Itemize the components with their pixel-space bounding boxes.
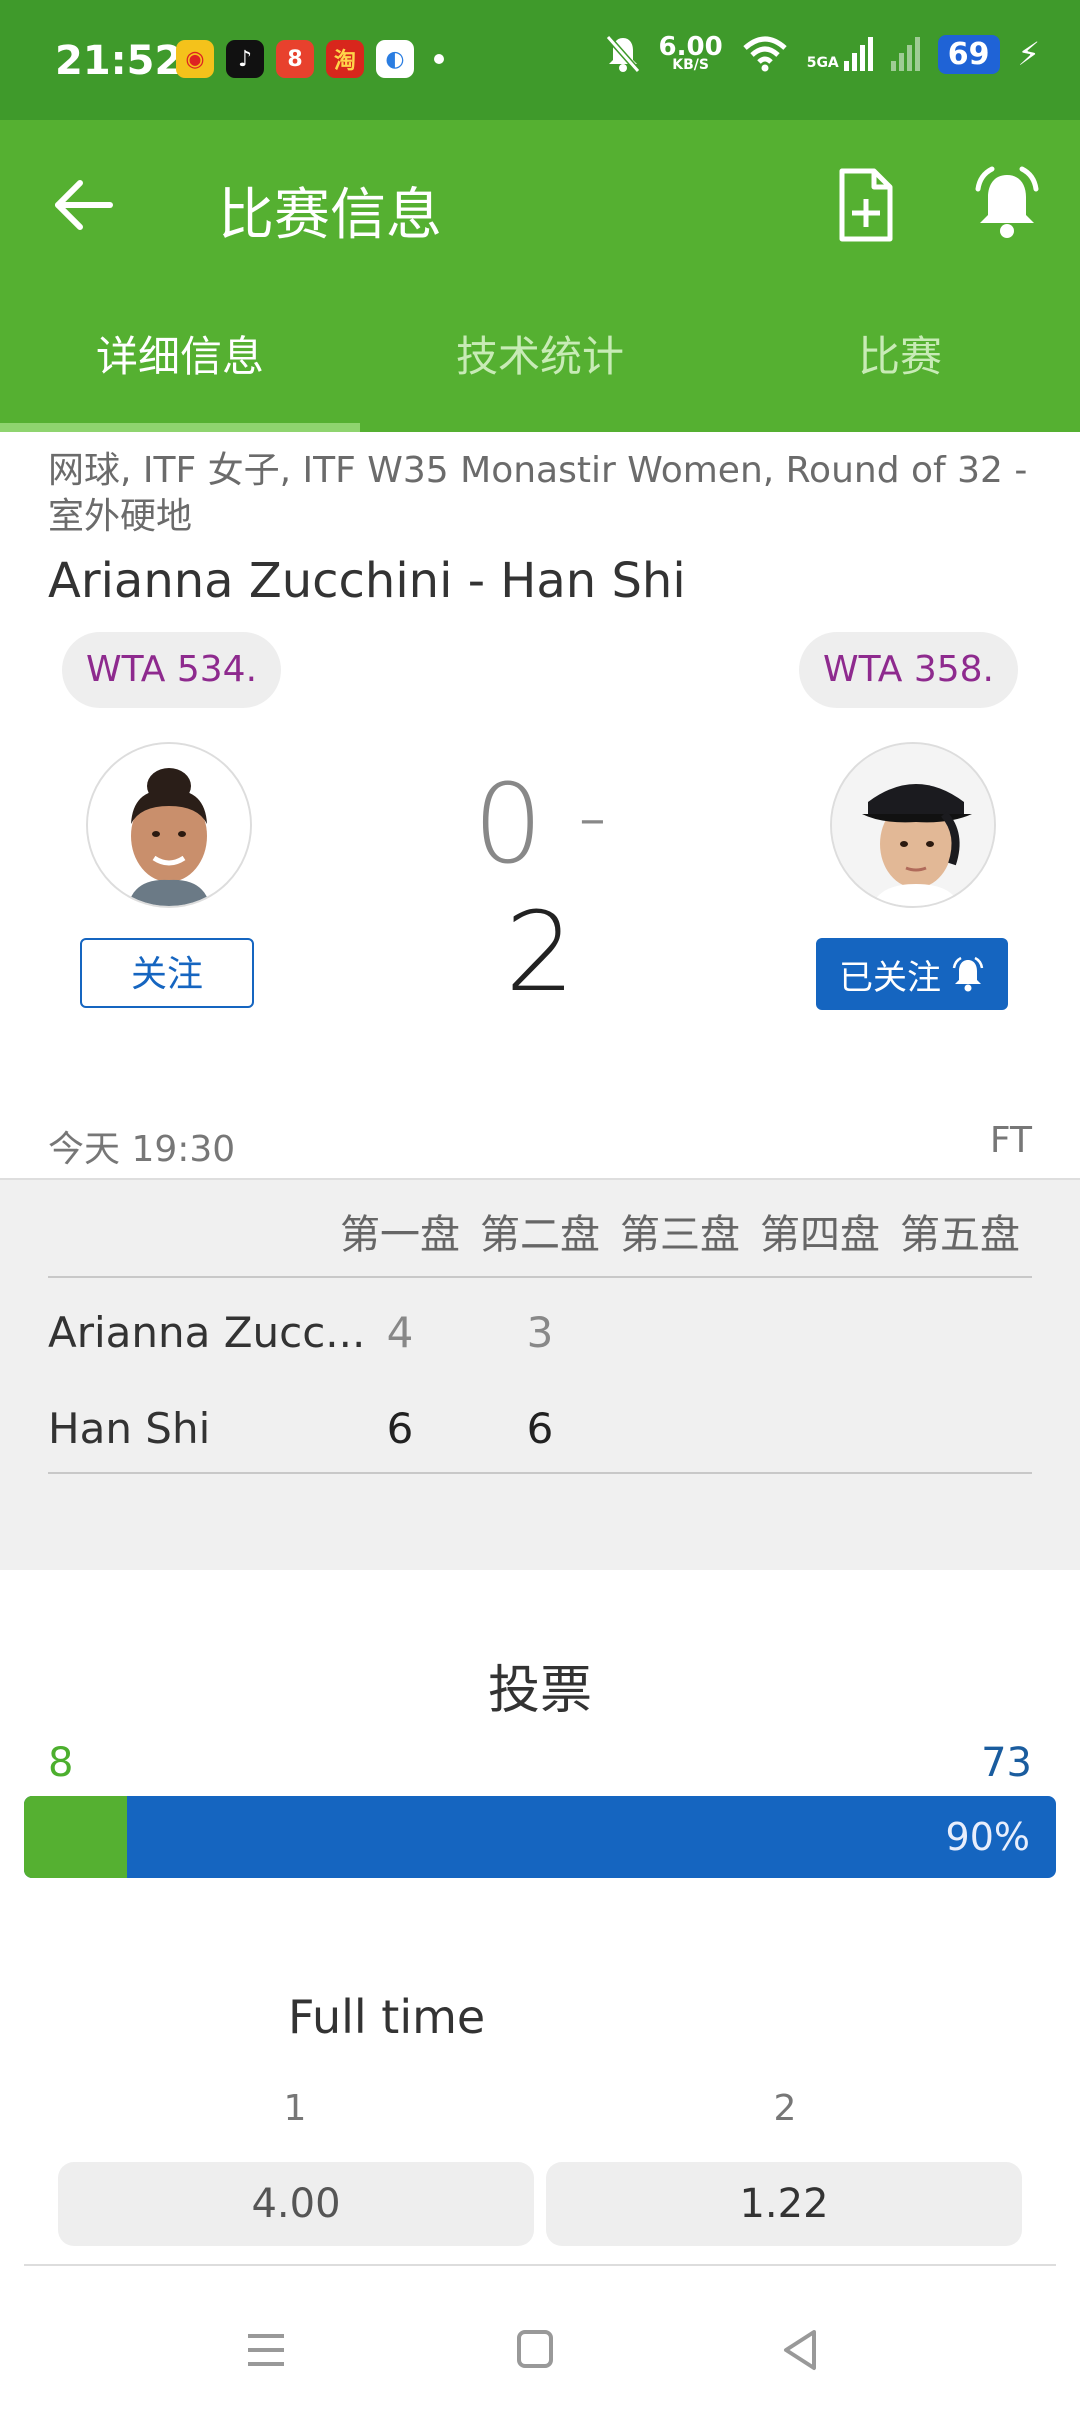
odds-divider (24, 2264, 1056, 2266)
set-header: 第一盘 (340, 1212, 460, 1258)
set-headers: 第一盘 第二盘 第三盘 第四盘 第五盘 (330, 1202, 1030, 1260)
add-note-icon[interactable] (830, 165, 900, 245)
away-score: 2 (505, 888, 575, 1016)
match-title: Arianna Zucchini - Han Shi (48, 553, 686, 609)
home-odds-button[interactable]: 4.00 (58, 2162, 534, 2246)
vote-title: 投票 (487, 1661, 592, 1721)
home-player-rank: WTA 534. (62, 632, 282, 708)
system-nav-bar (0, 2290, 1080, 2414)
notification-bell-icon[interactable] (970, 165, 1044, 245)
tab-bar: 详细信息 技术统计 比赛 (0, 282, 1080, 432)
table-divider (48, 1276, 1032, 1278)
status-bar: 21:52 ◉ ♪ 8 淘 ◐ 6.00 KB/S 5GA 69 ⚡ (0, 0, 1080, 120)
home-score: 0 (473, 760, 544, 888)
wifi-icon (743, 36, 787, 72)
browser-icon: ◐ (376, 40, 414, 78)
followed-label: 已关注 (839, 957, 941, 998)
tab-matches[interactable]: 比赛 (720, 282, 1080, 432)
status-time: 21:52 (55, 38, 183, 84)
vote-bar[interactable]: 90% (24, 1796, 1056, 1878)
set-score: 6 (526, 1404, 554, 1453)
active-tab-indicator (0, 423, 360, 432)
app-bar: 比赛信息 (0, 120, 1080, 282)
shopping-app-icon: 8 (276, 40, 314, 78)
set-score: 3 (526, 1308, 554, 1357)
home-icon[interactable] (505, 2320, 565, 2380)
taobao-icon: 淘 (326, 40, 364, 78)
away-player-avatar[interactable] (830, 742, 996, 908)
match-datetime: 今天 19:30 (48, 1129, 236, 1170)
tournament-info: 网球, ITF 女子, ITF W35 Monastir Women, Roun… (48, 450, 1028, 537)
set-score: 4 (386, 1308, 414, 1357)
match-score: 0 - 2 (430, 760, 650, 1016)
signal-2-icon (890, 37, 920, 71)
home-vote-fill[interactable] (24, 1796, 128, 1878)
battery-indicator: 69 (937, 34, 1000, 74)
follow-home-button[interactable]: 关注 (80, 938, 254, 1008)
tab-statistics[interactable]: 技术统计 (360, 282, 720, 432)
table-divider (48, 1472, 1032, 1474)
home-odds-label: 1 (283, 2088, 307, 2129)
page-title: 比赛信息 (218, 183, 442, 248)
notification-icons: ◉ ♪ 8 淘 ◐ (176, 40, 444, 78)
away-player-rank: WTA 358. (798, 632, 1018, 708)
away-odds-button[interactable]: 1.22 (546, 2162, 1022, 2246)
score-separator: - (578, 770, 607, 863)
away-vote-percent: 90% (945, 1815, 1030, 1859)
player-name: Han Shi (48, 1404, 211, 1453)
odds-title: Full time (288, 1990, 486, 2044)
charging-icon: ⚡ (1017, 35, 1040, 73)
match-status: FT (989, 1120, 1032, 1161)
weibo-icon: ◉ (176, 40, 214, 78)
more-notifications-icon (434, 54, 444, 64)
set-header: 第五盘 (900, 1212, 1020, 1258)
set-header: 第四盘 (760, 1212, 880, 1258)
followed-away-button[interactable]: 已关注 (816, 938, 1008, 1010)
set-score-table: 第一盘 第二盘 第三盘 第四盘 第五盘 Arianna Zucc... 4 3 … (0, 1178, 1080, 1570)
player-name: Arianna Zucc... (48, 1308, 366, 1357)
home-vote-count: 8 (48, 1740, 74, 1786)
back-arrow-icon[interactable] (50, 175, 120, 235)
set-header: 第三盘 (620, 1212, 740, 1258)
menu-icon[interactable] (236, 2320, 296, 2380)
set-header: 第二盘 (480, 1212, 600, 1258)
away-odds-label: 2 (773, 2088, 797, 2129)
alarm-bell-icon (952, 956, 984, 992)
tiktok-icon: ♪ (226, 40, 264, 78)
away-vote-count: 73 (981, 1740, 1032, 1786)
mute-bell-icon (605, 35, 640, 73)
network-speed: 6.00 KB/S (658, 32, 723, 73)
table-row: Han Shi 6 6 (48, 1384, 1032, 1474)
signal-icon: 5GA (807, 37, 873, 71)
home-player-avatar[interactable] (86, 742, 252, 908)
tab-details[interactable]: 详细信息 (0, 282, 360, 432)
back-triangle-icon[interactable] (770, 2320, 830, 2380)
set-score: 6 (386, 1404, 414, 1453)
table-row: Arianna Zucc... 4 3 (48, 1288, 1032, 1378)
